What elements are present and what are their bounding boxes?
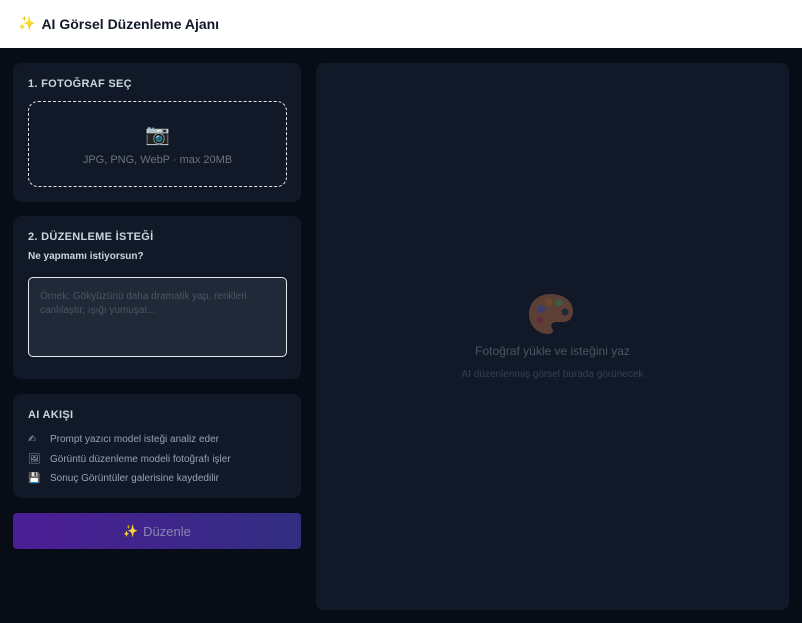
edit-question-label: Ne yapmamı istiyorsun? (28, 251, 144, 262)
camera-icon: 📷 (145, 122, 170, 146)
edit-section-title: 2. DÜZENLEME İSTEĞİ (28, 231, 154, 243)
flow-step-text: Sonuç Görüntüler galerisine kaydedilir (50, 473, 219, 485)
app-header: ✨ AI Görsel Düzenleme Ajanı (0, 0, 802, 48)
photo-dropzone[interactable]: 📷 JPG, PNG, WebP · max 20MB (28, 101, 287, 187)
sparkles-icon: ✨ (18, 16, 36, 32)
flow-steps-list: ✍ Prompt yazıcı model isteği analiz eder… (28, 430, 231, 489)
writing-hand-icon: ✍ (28, 434, 37, 446)
sparkles-icon: ✨ (123, 524, 139, 538)
preview-empty-subtitle: AI düzenlenmiş görsel burada görünecek (461, 369, 644, 380)
edit-request-input[interactable] (28, 277, 287, 357)
ai-flow-card: AI AKIŞI ✍ Prompt yazıcı model isteği an… (13, 394, 301, 498)
photo-section-title: 1. FOTOĞRAF SEÇ (28, 78, 132, 90)
flow-section-title: AI AKIŞI (28, 409, 74, 421)
photo-select-card: 1. FOTOĞRAF SEÇ 📷 JPG, PNG, WebP · max 2… (13, 63, 301, 202)
picture-icon: 🖼 (28, 453, 41, 465)
preview-empty-title: Fotoğraf yükle ve isteğini yaz (475, 344, 630, 358)
edit-button[interactable]: ✨ Düzenle (13, 513, 301, 549)
flow-step-save: 💾 Sonuç Görüntüler galerisine kaydedilir (28, 469, 231, 489)
file-format-hint: JPG, PNG, WebP · max 20MB (82, 154, 233, 166)
flow-step-text: Görüntü düzenleme modeli fotoğrafı işler (50, 453, 231, 465)
floppy-disk-icon: 💾 (28, 473, 41, 485)
preview-panel: Fotoğraf yükle ve isteğini yaz AI düzenl… (316, 63, 789, 610)
palette-icon (529, 294, 573, 334)
app-title: AI Görsel Düzenleme Ajanı (41, 16, 220, 32)
flow-step-text: Prompt yazıcı model isteği analiz eder (50, 434, 219, 446)
edit-button-label: Düzenle (143, 523, 191, 539)
flow-step-prompt: ✍ Prompt yazıcı model isteği analiz eder (28, 430, 231, 450)
edit-request-card: 2. DÜZENLEME İSTEĞİ Ne yapmamı istiyorsu… (13, 216, 301, 379)
flow-step-image-edit: 🖼 Görüntü düzenleme modeli fotoğrafı işl… (28, 450, 231, 470)
